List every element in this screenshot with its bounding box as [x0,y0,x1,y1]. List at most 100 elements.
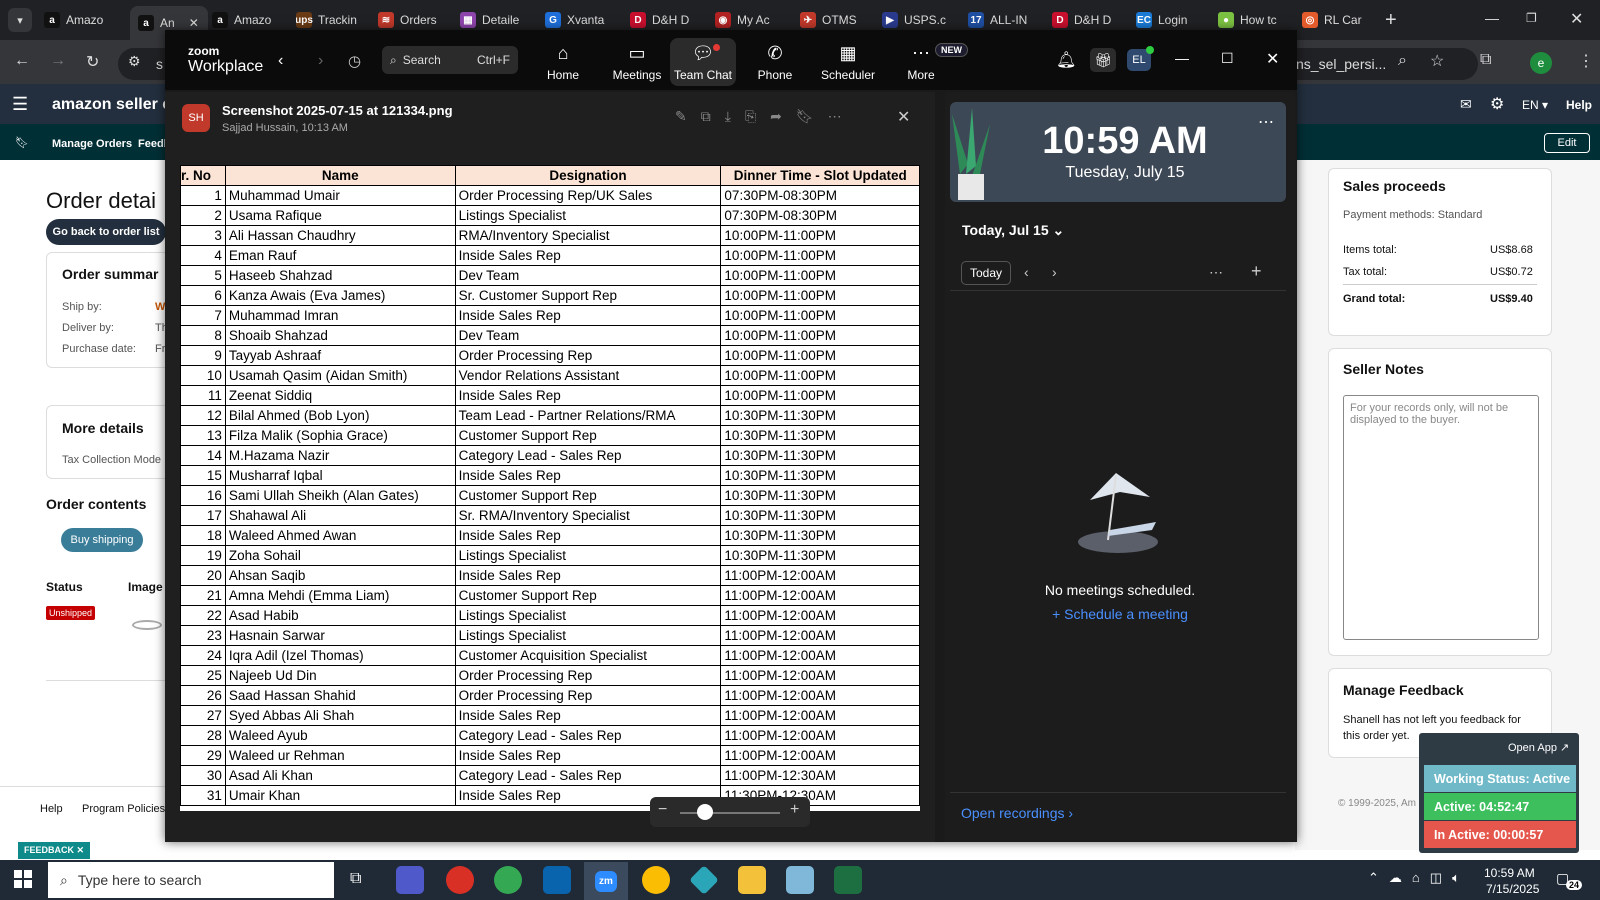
back-icon[interactable]: ← [14,52,30,70]
hamburger-icon[interactable]: ☰ [12,94,28,115]
grand-total-label: Grand total: [1343,293,1406,305]
nav-phone[interactable]: ✆ Phone [742,38,808,86]
excel-icon[interactable] [834,866,862,894]
more-icon[interactable]: ⋯ [828,108,842,125]
volume-icon[interactable]: 🔈︎ [1452,870,1460,886]
mail-icon[interactable]: ✉ [1460,96,1472,113]
next-day-icon[interactable]: › [1052,264,1057,280]
task-view-icon[interactable]: ⧉ [350,870,361,888]
calendar-more-icon[interactable]: ⋯ [1209,264,1223,281]
extensions-icon[interactable]: ⧉ [1480,51,1491,69]
zoom-search-box[interactable]: ⌕ Search Ctrl+F [382,46,518,74]
table-cell: Hasnain Sarwar [224,624,456,646]
copy-icon[interactable]: ⎘ [745,108,756,125]
zoom-taskbar-icon[interactable]: zm [584,862,628,900]
table-cell: 11:00PM-12:00AM [720,704,920,726]
buy-shipping-button[interactable]: Buy shipping [61,528,143,552]
minimize-icon[interactable]: — [1485,10,1499,26]
nav-team-chat[interactable]: 💬︎ Team Chat [670,38,736,86]
today-header[interactable]: Today, Jul 15 ⌄ [962,222,1064,239]
viewer-close-icon[interactable]: ✕ [897,107,910,127]
file-explorer-icon[interactable] [738,866,766,894]
home-icon: ⌂ [557,43,569,63]
seller-notes-textarea[interactable]: For your records only, will not be displ… [1343,395,1539,640]
footer-program-policies-link[interactable]: Program Policies [82,803,165,815]
table-cell: 16 [180,484,226,506]
close-window-icon[interactable]: ✕ [1570,9,1583,29]
nav-home[interactable]: ⌂ Home [530,38,596,86]
browser-tab[interactable]: ◎ RL Car [1302,6,1374,34]
nav-label: Phone [757,68,793,82]
table-cell: 20 [180,564,226,586]
add-event-icon[interactable]: + [1251,261,1262,282]
language-select[interactable]: EN ▾ [1522,98,1548,112]
site-settings-icon[interactable]: ⚙ [128,53,141,70]
order-summary-heading: Order summar [62,266,159,282]
wifi-icon[interactable]: ◫ [1430,870,1442,886]
taskbar-search[interactable]: ⌕ Type here to search [48,862,334,898]
table-cell: 28 [180,724,226,746]
team-chat-icon: 💬︎ [691,43,715,63]
bookmark-file-icon[interactable]: 🔖︎ [796,108,814,125]
history-icon[interactable]: ◷ [348,52,361,70]
tab-close-icon[interactable]: ✕ [189,16,199,30]
nav-scheduler[interactable]: ▦ Scheduler [815,38,881,86]
tab-list-icon[interactable]: ▾ [8,8,32,32]
zoom-magnifier-icon[interactable]: ⌕ [1398,52,1407,70]
taskbar-time[interactable]: 10:59 AM [1484,866,1535,880]
clock-more-icon[interactable]: ⋯ [1258,112,1274,132]
download-icon[interactable]: ⤓ [725,108,731,125]
back-to-orders-button[interactable]: Go back to order list [46,219,166,245]
schedule-meeting-link[interactable]: + Schedule a meeting [1000,606,1240,622]
onedrive-icon[interactable]: ☁ [1389,870,1402,886]
edit-button[interactable]: Edit [1544,133,1590,153]
zoom-out-icon[interactable]: − [658,801,667,819]
tray-icons[interactable]: ⌃ ☁ ⌂ ◫ 🔈︎ [1368,870,1460,886]
today-button[interactable]: Today [961,261,1011,285]
product-thumbnail[interactable] [132,620,162,630]
new-tab-button[interactable]: + [1385,9,1397,32]
share-icon[interactable]: ➦ [770,108,782,125]
table-row: 30 Asad Ali Khan Category Lead - Sales Rep… [180,764,920,786]
taskbar-date[interactable]: 7/15/2025 [1486,882,1539,896]
zoom-minimize-icon[interactable]: — [1175,50,1189,66]
network-icon[interactable]: ⌂ [1412,870,1420,886]
bookmark-star-icon[interactable]: ☆ [1430,51,1444,71]
chrome-icon-2[interactable] [642,866,670,894]
zoom-back-icon[interactable]: ‹ [278,52,283,70]
more-icon: ⋯ [912,43,930,63]
prev-day-icon[interactable]: ‹ [1024,264,1029,280]
open-app-button[interactable]: Open App ↗ [1508,741,1569,754]
outlook-icon[interactable] [543,866,571,894]
help-link[interactable]: Help [1566,98,1592,112]
chrome-profile-icon[interactable] [494,866,522,894]
reload-icon[interactable]: ↻ [86,52,99,72]
teams-icon[interactable] [396,866,424,894]
open-recordings-link[interactable]: Open recordings › [961,805,1073,821]
restore-icon[interactable]: ❐ [1526,11,1537,25]
zoom-close-icon[interactable]: ✕ [1266,49,1279,69]
chrome-icon[interactable] [446,866,474,894]
gift-icon[interactable]: 🎁︎ [1090,48,1116,72]
table-cell: Syed Abbas Ali Shah [224,704,456,726]
bookmark-icon[interactable]: 🔖︎ [15,136,29,149]
zoom-in-icon[interactable]: + [790,801,799,819]
nav-meetings[interactable]: ▭ Meetings [604,38,670,86]
zoom-forward-icon[interactable]: › [318,52,323,70]
open-external-icon[interactable]: ⧉ [701,108,711,125]
settings-gear-icon[interactable]: ⚙ [1490,94,1504,114]
footer-help-link[interactable]: Help [40,803,63,815]
browser-tab[interactable]: a Amazo [44,6,116,34]
zoom-slider-thumb[interactable] [697,804,713,820]
edit-icon[interactable]: ✎ [675,108,687,125]
nav-manage-orders[interactable]: Manage Orders [52,138,132,150]
zoom-maximize-icon[interactable]: ☐ [1221,50,1234,67]
forward-icon[interactable]: → [50,52,66,70]
menu-dots-icon[interactable]: ⋮ [1578,51,1594,71]
chevron-up-icon[interactable]: ⌃ [1368,870,1379,886]
profile-avatar[interactable]: e [1530,52,1552,74]
windows-start-icon[interactable] [14,870,32,888]
app-icon-notes[interactable] [786,866,814,894]
feedback-tab[interactable]: FEEDBACK ✕ [18,842,91,859]
notifications-bell-icon[interactable]: 🔔︎ [1056,50,1076,70]
